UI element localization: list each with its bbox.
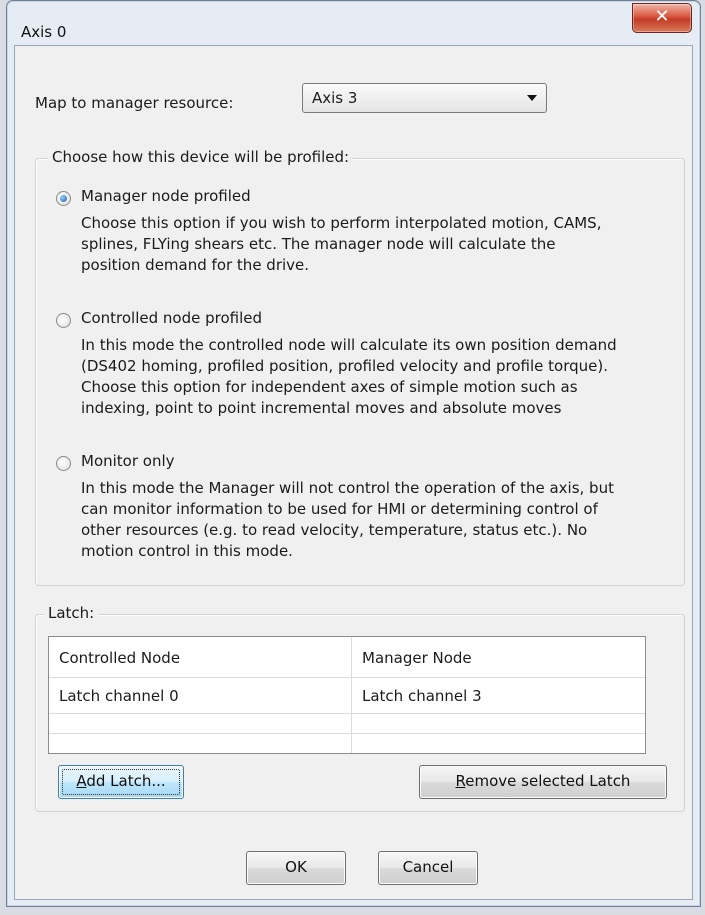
column-header-controlled-node[interactable]: Controlled Node (49, 641, 351, 675)
option-description-manager-node-profiled: Choose this option if you wish to perfor… (81, 213, 601, 276)
description-line: In this mode the controlled node will ca… (81, 336, 617, 354)
description-line: other resources (e.g. to read velocity, … (81, 521, 588, 539)
description-line: can monitor information to be used for H… (81, 500, 598, 518)
radio-manager-node-profiled[interactable] (56, 191, 71, 206)
chevron-down-icon (527, 95, 537, 101)
window-title: Axis 0 (21, 23, 67, 41)
option-description-monitor-only: In this mode the Manager will not contro… (81, 478, 614, 562)
option-description-controlled-node-profiled: In this mode the controlled node will ca… (81, 335, 617, 419)
remove-latch-label: emove selected Latch (465, 772, 631, 790)
title-bar[interactable]: Axis 0 ✕ (7, 1, 700, 45)
option-label-manager-node-profiled[interactable]: Manager node profiled (81, 187, 251, 205)
ok-button[interactable]: OK (246, 851, 346, 885)
table-divider (49, 733, 645, 734)
column-divider (351, 637, 352, 753)
ok-label: OK (285, 858, 307, 876)
profiling-legend: Choose how this device will be profiled: (48, 148, 354, 166)
description-line: (DS402 homing, profiled position, profil… (81, 357, 609, 375)
cell-manager-node[interactable]: Latch channel 3 (352, 679, 642, 713)
option-label-monitor-only[interactable]: Monitor only (81, 452, 175, 470)
cell-controlled-node[interactable]: Latch channel 0 (49, 679, 351, 713)
latch-table[interactable]: Controlled Node Manager Node Latch chann… (48, 636, 646, 754)
table-divider (49, 713, 645, 714)
description-line: motion control in this mode. (81, 542, 293, 560)
radio-monitor-only[interactable] (56, 456, 71, 471)
description-line: Choose this option for independent axes … (81, 378, 578, 396)
column-header-manager-node[interactable]: Manager Node (352, 641, 642, 675)
close-button[interactable]: ✕ (632, 3, 692, 33)
add-latch-button[interactable]: Add Latch... (58, 765, 184, 799)
profiling-group: Choose how this device will be profiled:… (35, 148, 685, 586)
close-icon: ✕ (654, 6, 670, 27)
remove-latch-mnemonic: R (455, 772, 466, 790)
cancel-label: Cancel (402, 858, 454, 876)
latch-legend: Latch: (44, 604, 99, 622)
map-to-manager-label: Map to manager resource: (35, 94, 234, 112)
option-label-controlled-node-profiled[interactable]: Controlled node profiled (81, 309, 262, 327)
description-line: splines, FLYing shears etc. The manager … (81, 235, 556, 253)
cancel-button[interactable]: Cancel (378, 851, 478, 885)
focus-ring (62, 769, 180, 795)
remove-selected-latch-button[interactable]: Remove selected Latch (419, 765, 667, 799)
manager-resource-value: Axis 3 (312, 89, 358, 107)
description-line: Choose this option if you wish to perfor… (81, 214, 602, 232)
description-line: indexing, point to point incremental mov… (81, 399, 562, 417)
dialog-client-area: Map to manager resource: Axis 3 Choose h… (14, 45, 693, 900)
table-divider (49, 677, 645, 678)
description-line: position demand for the drive. (81, 256, 310, 274)
manager-resource-dropdown[interactable]: Axis 3 (302, 83, 547, 113)
description-line: In this mode the Manager will not contro… (81, 479, 614, 497)
dialog-window: Axis 0 ✕ Map to manager resource: Axis 3… (6, 0, 701, 907)
radio-controlled-node-profiled[interactable] (56, 313, 71, 328)
